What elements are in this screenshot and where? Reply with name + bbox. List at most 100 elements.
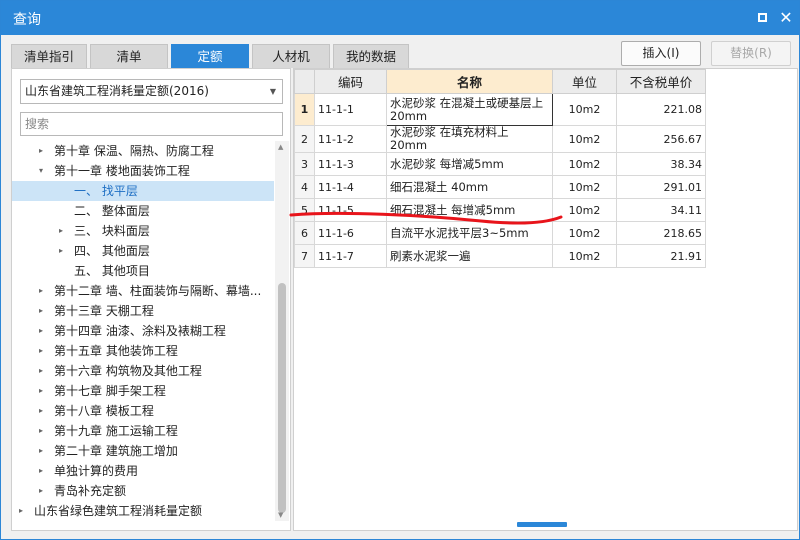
search-input[interactable] [20,112,283,136]
cell-unit: 10m2 [552,175,617,199]
quota-library-select[interactable]: 山东省建筑工程消耗量定额(2016) ▼ [20,79,283,104]
caret-collapsed-icon[interactable]: ▸ [36,301,46,321]
tab-quota[interactable]: 定额 [171,44,249,68]
tab-my-data[interactable]: 我的数据 [333,44,409,68]
window-title: 查询 [13,12,41,28]
cell-name: 自流平水泥找平层3~5mm [386,221,553,245]
cell-unit: 10m2 [552,244,617,268]
cell-price: 218.65 [616,221,706,245]
row-index: 4 [294,175,315,199]
tree-item[interactable]: ▸ 青岛补充定额 [12,481,274,501]
tree-item-label: 一、 找平层 [74,184,138,198]
row-index: 3 [294,152,315,176]
table-row[interactable]: 1 11-1-1 水泥砂浆 在混凝土或硬基层上 20mm 10m2 221.08 [294,93,706,126]
cell-price: 21.91 [616,244,706,268]
chevron-down-icon: ▼ [269,87,276,96]
scroll-down-icon[interactable]: ▼ [278,511,283,519]
quota-library-value: 山东省建筑工程消耗量定额(2016) [25,84,209,98]
caret-collapsed-icon[interactable]: ▸ [56,241,66,261]
cell-price: 38.34 [616,152,706,176]
cell-price: 34.11 [616,198,706,222]
tree-item[interactable]: ▸ 第十章 保温、隔热、防腐工程 [12,141,274,161]
query-dialog: 查询 ✕ 清单指引 清单 定额 人材机 我的数据 插入(I) 替换(R) 山东省… [0,0,800,540]
tree-item[interactable]: 五、 其他项目 [12,261,274,281]
caret-collapsed-icon[interactable]: ▸ [36,481,46,501]
title-bar[interactable]: 查询 ✕ [1,1,799,35]
tree-item[interactable]: ▸ 三、 块料面层 [12,221,274,241]
table-row[interactable]: 4 11-1-4 细石混凝土 40mm 10m2 291.01 [294,175,706,199]
tree-item-label: 第十三章 天棚工程 [54,304,154,318]
table-row[interactable]: 3 11-1-3 水泥砂浆 每增减5mm 10m2 38.34 [294,152,706,176]
tab-bill[interactable]: 清单 [90,44,168,68]
tree-item[interactable]: ▸ 第十九章 施工运输工程 [12,421,274,441]
cell-name: 细石混凝土 每增减5mm [386,198,553,222]
tree-item[interactable]: ▾ 第十一章 楼地面装饰工程 [12,161,274,181]
tree-item[interactable]: ▸ 四、 其他面层 [12,241,274,261]
caret-collapsed-icon[interactable]: ▸ [36,421,46,441]
tree-item-label: 第十八章 模板工程 [54,404,154,418]
cell-unit: 10m2 [552,198,617,222]
row-index: 7 [294,244,315,268]
tree-item[interactable]: ▸ 第十四章 油漆、涂料及裱糊工程 [12,321,274,341]
caret-expanded-icon[interactable]: ▾ [36,161,46,181]
header-unit[interactable]: 单位 [552,69,617,94]
replace-button[interactable]: 替换(R) [711,41,791,66]
caret-collapsed-icon[interactable]: ▸ [36,321,46,341]
tree-item[interactable]: 二、 整体面层 [12,201,274,221]
chapter-tree: ▸ 第十章 保温、隔热、防腐工程 ▾ 第十一章 楼地面装饰工程一、 找平层二、 整体面… [12,141,274,521]
tree-item[interactable]: ▸ 第十八章 模板工程 [12,401,274,421]
cell-name: 水泥砂浆 在混凝土或硬基层上 20mm [386,93,553,126]
tab-bill-guide[interactable]: 清单指引 [11,44,87,68]
cell-name: 水泥砂浆 每增减5mm [386,152,553,176]
tree-item[interactable]: ▸ 第十二章 墙、柱面装饰与隔断、幕墙... [12,281,274,301]
header-price[interactable]: 不含税单价 [616,69,706,94]
caret-collapsed-icon[interactable]: ▸ [36,361,46,381]
tree-item-label: 第二十章 建筑施工增加 [54,444,178,458]
header-code[interactable]: 编码 [314,69,387,94]
tree-item-label: 四、 其他面层 [74,244,150,258]
cell-price: 256.67 [616,125,706,153]
table-row[interactable]: 7 11-1-7 刷素水泥浆一遍 10m2 21.91 [294,244,706,268]
table-row[interactable]: 2 11-1-2 水泥砂浆 在填充材料上 20mm 10m2 256.67 [294,125,706,153]
close-icon[interactable]: ✕ [777,9,795,27]
tree-item[interactable]: ▸ 山东省绿色建筑工程消耗量定额 [12,501,274,521]
caret-collapsed-icon[interactable]: ▸ [36,401,46,421]
caret-collapsed-icon[interactable]: ▸ [36,281,46,301]
header-name[interactable]: 名称 [386,69,553,94]
caret-collapsed-icon[interactable]: ▸ [36,441,46,461]
tree-item-label: 第十九章 施工运输工程 [54,424,178,438]
tree-item[interactable]: ▸ 第十七章 脚手架工程 [12,381,274,401]
table-header-row: 编码 名称 单位 不含税单价 [294,69,706,94]
tree-item[interactable]: ▸ 第十五章 其他装饰工程 [12,341,274,361]
maximize-icon[interactable] [753,9,771,27]
row-index: 2 [294,125,315,153]
tree-item-label: 第十章 保温、隔热、防腐工程 [54,144,214,158]
caret-collapsed-icon[interactable]: ▸ [36,141,46,161]
tree-item-label: 第十一章 楼地面装饰工程 [54,164,190,178]
caret-collapsed-icon[interactable]: ▸ [36,381,46,401]
tree-item-label: 五、 其他项目 [74,264,150,278]
tree-item-label: 青岛补充定额 [54,484,127,498]
panel-splitter-handle[interactable] [517,522,567,527]
tab-labor-material-machine[interactable]: 人材机 [252,44,330,68]
tree-item[interactable]: ▸ 第十六章 构筑物及其他工程 [12,361,274,381]
tree-item[interactable]: 一、 找平层 [12,181,274,201]
caret-collapsed-icon[interactable]: ▸ [36,341,46,361]
tree-item[interactable]: ▸ 第十三章 天棚工程 [12,301,274,321]
tree-item[interactable]: ▸ 第二十章 建筑施工增加 [12,441,274,461]
header-index [294,69,315,94]
table-row[interactable]: 6 11-1-6 自流平水泥找平层3~5mm 10m2 218.65 [294,221,706,245]
cell-price: 221.08 [616,93,706,126]
table-row[interactable]: 5 11-1-5 细石混凝土 每增减5mm 10m2 34.11 [294,198,706,222]
cell-code: 11-1-7 [314,244,387,268]
scroll-up-icon[interactable]: ▲ [278,143,283,151]
caret-collapsed-icon[interactable]: ▸ [16,501,26,521]
tree-item[interactable]: ▸ 单独计算的费用 [12,461,274,481]
caret-collapsed-icon[interactable]: ▸ [36,461,46,481]
caret-collapsed-icon[interactable]: ▸ [56,221,66,241]
insert-button[interactable]: 插入(I) [621,41,701,66]
tree-scrollbar[interactable]: ▲ ▼ [275,141,289,521]
cell-code: 11-1-6 [314,221,387,245]
scrollbar-thumb[interactable] [278,283,286,513]
cell-name: 刷素水泥浆一遍 [386,244,553,268]
